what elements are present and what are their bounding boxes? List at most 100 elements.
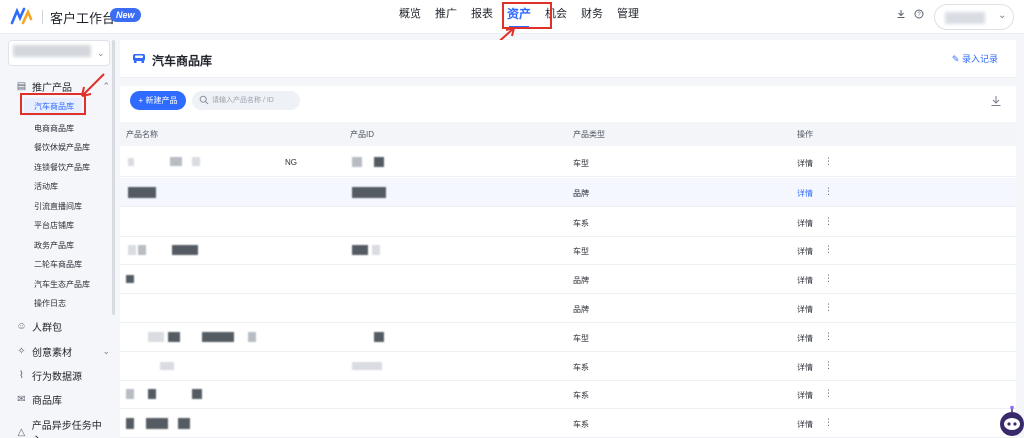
redacted-text — [202, 332, 234, 342]
sidebar-group-label: 人群包 — [32, 323, 62, 334]
table-row: NG 车型 详情 ⋮ — [120, 148, 1016, 177]
redacted-text — [172, 245, 198, 255]
nav-promotion[interactable]: 推广 — [428, 0, 464, 34]
detail-link[interactable]: 详情 — [797, 304, 813, 315]
detail-link[interactable]: 详情 — [797, 390, 813, 401]
table-row: 车系 详情 ⋮ — [120, 352, 1016, 381]
sidebar-group-goods[interactable]: ✉ 商品库 — [16, 392, 110, 407]
detail-link[interactable]: 详情 — [797, 188, 813, 199]
sidebar-scrollbar[interactable] — [112, 40, 115, 315]
product-type: 车系 — [573, 420, 589, 429]
more-icon[interactable]: ⋮ — [824, 417, 833, 428]
detail-link[interactable]: 详情 — [797, 362, 813, 373]
sidebar-item-live-room[interactable]: 引流直播间库 — [34, 201, 82, 212]
redacted-id — [352, 362, 382, 370]
nav-overview[interactable]: 概览 — [392, 0, 428, 34]
detail-link[interactable]: 详情 — [797, 333, 813, 344]
sidebar-group-label: 创意素材 — [32, 348, 72, 359]
redacted-text — [170, 157, 182, 166]
mail-icon: ✉ — [17, 394, 26, 405]
detail-link[interactable]: 详情 — [797, 275, 813, 286]
detail-link[interactable]: 详情 — [797, 158, 813, 169]
chart-icon: ⌇ — [19, 370, 24, 381]
redacted-text — [168, 332, 180, 342]
sidebar-item-oplog[interactable]: 操作日志 — [34, 298, 66, 309]
product-type: 品牌 — [573, 189, 589, 198]
redacted-id — [372, 245, 380, 255]
redacted-text — [126, 275, 134, 283]
more-icon[interactable]: ⋮ — [824, 388, 833, 399]
sidebar-group-creative[interactable]: ✧ 创意素材 ⌄ — [16, 344, 110, 359]
redacted-text — [178, 418, 190, 429]
page-header: 汽车商品库 ✎ 录入记录 — [120, 40, 1016, 78]
redacted-text — [128, 245, 136, 255]
logo-icon[interactable] — [10, 6, 36, 26]
new-badge: New — [110, 8, 141, 22]
sidebar-group-behavior[interactable]: ⌇ 行为数据源 — [16, 368, 110, 383]
sidebar-item-ecommerce[interactable]: 电商商品库 — [34, 123, 74, 134]
more-icon[interactable]: ⋮ — [824, 273, 833, 284]
more-icon[interactable]: ⋮ — [824, 156, 833, 167]
product-type: 品牌 — [573, 305, 589, 314]
detail-link[interactable]: 详情 — [797, 218, 813, 229]
sidebar-group-label: 推广产品 — [32, 83, 72, 94]
more-icon[interactable]: ⋮ — [824, 216, 833, 227]
download-icon[interactable] — [896, 9, 906, 19]
table-row: 品牌 详情 ⋮ — [120, 294, 1016, 323]
download-icon[interactable] — [990, 95, 1002, 107]
search-icon — [199, 95, 209, 105]
new-product-button[interactable]: + 新建产品 — [130, 91, 186, 110]
sidebar-item-chain-dining[interactable]: 连锁餐饮产品库 — [34, 162, 90, 173]
sidebar-item-gov[interactable]: 政务产品库 — [34, 240, 74, 251]
redacted-text — [146, 418, 168, 429]
sidebar-item-activity[interactable]: 活动库 — [34, 181, 58, 192]
nav-finance[interactable]: 财务 — [574, 0, 610, 34]
sidebar-item-two-wheeler[interactable]: 二轮车商品库 — [34, 259, 82, 270]
product-type: 车系 — [573, 219, 589, 228]
assistant-bot-icon[interactable] — [996, 404, 1024, 438]
table-row: 车型 详情 ⋮ — [120, 323, 1016, 352]
table-row: 车系 详情 ⋮ — [120, 409, 1016, 438]
redacted-text — [160, 362, 174, 370]
column-header: 产品ID — [350, 130, 374, 139]
task-icon: △ — [17, 426, 26, 438]
product-name-suffix: NG — [285, 158, 297, 167]
chevron-down-icon: ⌄ — [998, 10, 1007, 21]
redacted-text — [148, 332, 164, 342]
audience-icon: ☺ — [16, 321, 27, 332]
account-name-redacted — [13, 45, 91, 57]
chevron-down-icon: ⌄ — [102, 346, 110, 356]
product-type: 车型 — [573, 334, 589, 343]
redacted-id — [352, 245, 368, 255]
redacted-id — [352, 157, 362, 167]
account-selector[interactable]: ⌄ — [8, 40, 110, 66]
search-input[interactable] — [212, 94, 296, 107]
more-icon[interactable]: ⋮ — [824, 186, 833, 197]
sidebar-group-audience[interactable]: ☺ 人群包 — [16, 319, 110, 334]
table-header: 产品名称 产品ID 产品类型 操作 — [120, 122, 1016, 146]
table-row: 车型 详情 ⋮ — [120, 236, 1016, 265]
sidebar-item-dining[interactable]: 餐饮休娱产品库 — [34, 142, 90, 153]
more-icon[interactable]: ⋮ — [824, 302, 833, 313]
product-type: 车型 — [573, 247, 589, 256]
sidebar-item-car-eco[interactable]: 汽车生态产品库 — [34, 279, 90, 290]
search-box[interactable] — [192, 91, 300, 110]
nav-manage[interactable]: 管理 — [610, 0, 646, 34]
sidebar-item-store[interactable]: 平台店铺库 — [34, 220, 74, 231]
detail-link[interactable]: 详情 — [797, 419, 813, 430]
sidebar-group-tasks[interactable]: △ 产品异步任务中心 — [16, 417, 110, 438]
record-link[interactable]: ✎ 录入记录 — [952, 52, 998, 65]
detail-link[interactable]: 详情 — [797, 246, 813, 257]
product-type: 品牌 — [573, 276, 589, 285]
more-icon[interactable]: ⋮ — [824, 331, 833, 342]
creative-icon: ✧ — [17, 346, 26, 357]
table-row: 车系 详情 ⋮ — [120, 208, 1016, 237]
more-icon[interactable]: ⋮ — [824, 244, 833, 255]
help-icon[interactable]: ? — [914, 9, 924, 19]
more-icon[interactable]: ⋮ — [824, 360, 833, 371]
account-switcher[interactable]: ⌄ — [934, 4, 1014, 30]
sidebar-group-label: 商品库 — [32, 396, 62, 407]
product-type: 车系 — [573, 391, 589, 400]
brand-divider — [42, 10, 43, 24]
chevron-down-icon: ⌄ — [97, 48, 105, 58]
